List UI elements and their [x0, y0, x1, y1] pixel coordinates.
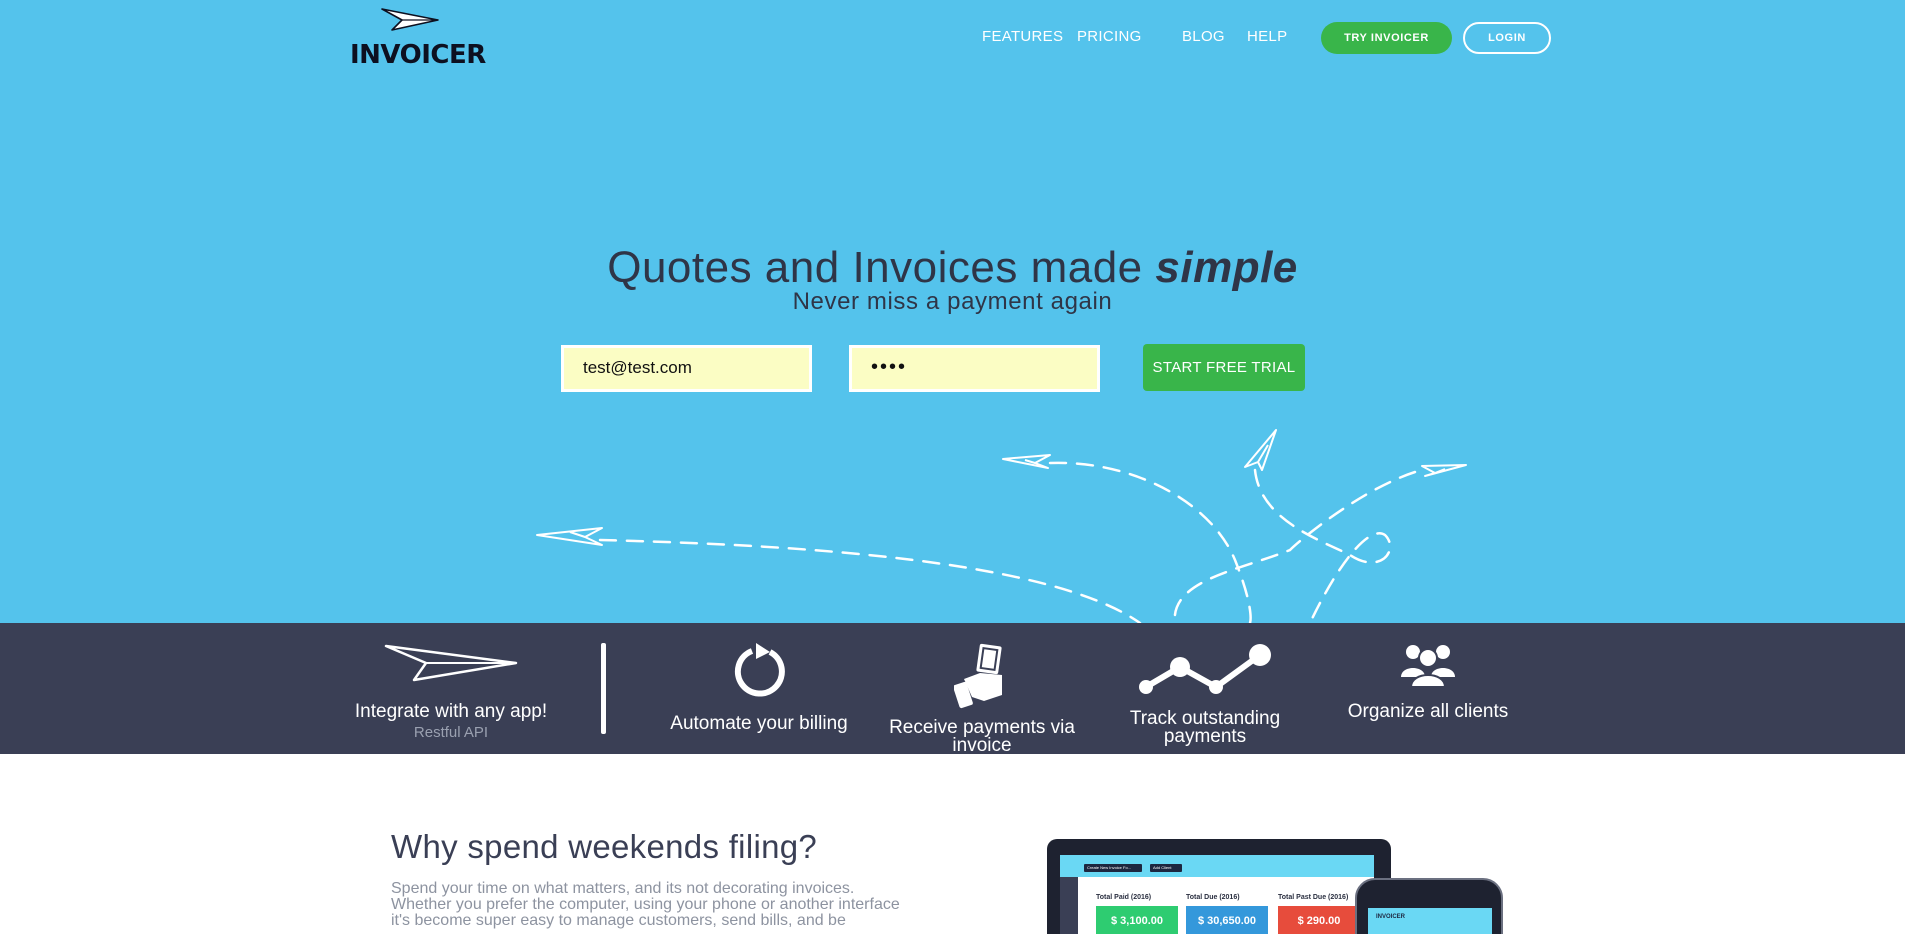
hero-section: INVOICER FEATURES PRICING BLOG HELP TRY … [0, 0, 1905, 623]
dashboard-screenshot: Create New Invoice Fo... Add Client Tota… [1060, 855, 1374, 934]
refresh-icon [734, 643, 785, 697]
paper-plane-icon [384, 644, 518, 682]
feature-integrate: Integrate with any app! Restful API [351, 643, 551, 741]
total-past-due-card: $ 290.00 [1278, 906, 1360, 934]
feature-divider [601, 643, 606, 734]
card-label: Total Paid (2016) [1096, 894, 1152, 901]
email-input[interactable]: test@test.com [561, 345, 812, 392]
feature-label: Automate your billing [670, 713, 848, 734]
nav-pricing-link[interactable]: PRICING [1077, 28, 1142, 45]
password-input[interactable]: •••• [849, 345, 1100, 392]
headline-text: Quotes and Invoices made [607, 243, 1143, 292]
phone-screen: INVOICER [1368, 908, 1492, 934]
feature-label: Receive payments via invoice [889, 717, 1075, 756]
nav-features-link[interactable]: FEATURES [982, 28, 1063, 45]
headline-emphasis: simple [1155, 243, 1298, 292]
feature-track-payments: Track outstanding payments [1105, 643, 1305, 746]
why-title: Why spend weekends filing? [391, 828, 818, 865]
start-free-trial-button[interactable]: START FREE TRIAL [1143, 344, 1305, 391]
feature-label: Track outstanding payments [1129, 708, 1281, 747]
feature-receive-payments: Receive payments via invoice [882, 643, 1082, 755]
feature-organize-clients: Organize all clients [1328, 643, 1528, 721]
line-chart-icon [1139, 644, 1271, 694]
nav-help-link[interactable]: HELP [1247, 28, 1287, 45]
feature-label: Integrate with any app! [354, 701, 548, 722]
feature-sublabel: Restful API [413, 724, 489, 741]
logo-text: INVOICER [350, 40, 486, 70]
invoicer-logo[interactable]: INVOICER [350, 6, 486, 70]
phone-logo-text: INVOICER [1376, 914, 1406, 920]
why-body: Spend your time on what matters, and its… [391, 880, 900, 929]
logo-paper-plane-icon [381, 8, 439, 31]
feature-strip: Integrate with any app! Restful API Auto… [0, 623, 1905, 755]
hand-money-icon [953, 643, 1002, 709]
feature-label: Organize all clients [1347, 701, 1509, 722]
users-group-icon [1401, 645, 1455, 688]
try-invoicer-button[interactable]: TRY INVOICER [1321, 22, 1452, 54]
hero-subheadline: Never miss a payment again [792, 288, 1113, 315]
card-label: Total Due (2016) [1186, 894, 1240, 901]
login-button[interactable]: LOGIN [1463, 22, 1551, 54]
card-label: Total Past Due (2016) [1278, 894, 1349, 901]
total-paid-card: $ 3,100.00 [1096, 906, 1178, 934]
nav-blog-link[interactable]: BLOG [1182, 28, 1225, 45]
create-invoice-pill: Create New Invoice Fo... [1084, 864, 1142, 872]
total-due-card: $ 30,650.00 [1186, 906, 1268, 934]
hero-headline: Quotes and Invoices made simple [0, 243, 1905, 293]
feature-automate: Automate your billing [659, 643, 859, 733]
dashboard-sidebar [1060, 877, 1078, 934]
add-client-pill: Add Client [1150, 864, 1182, 872]
